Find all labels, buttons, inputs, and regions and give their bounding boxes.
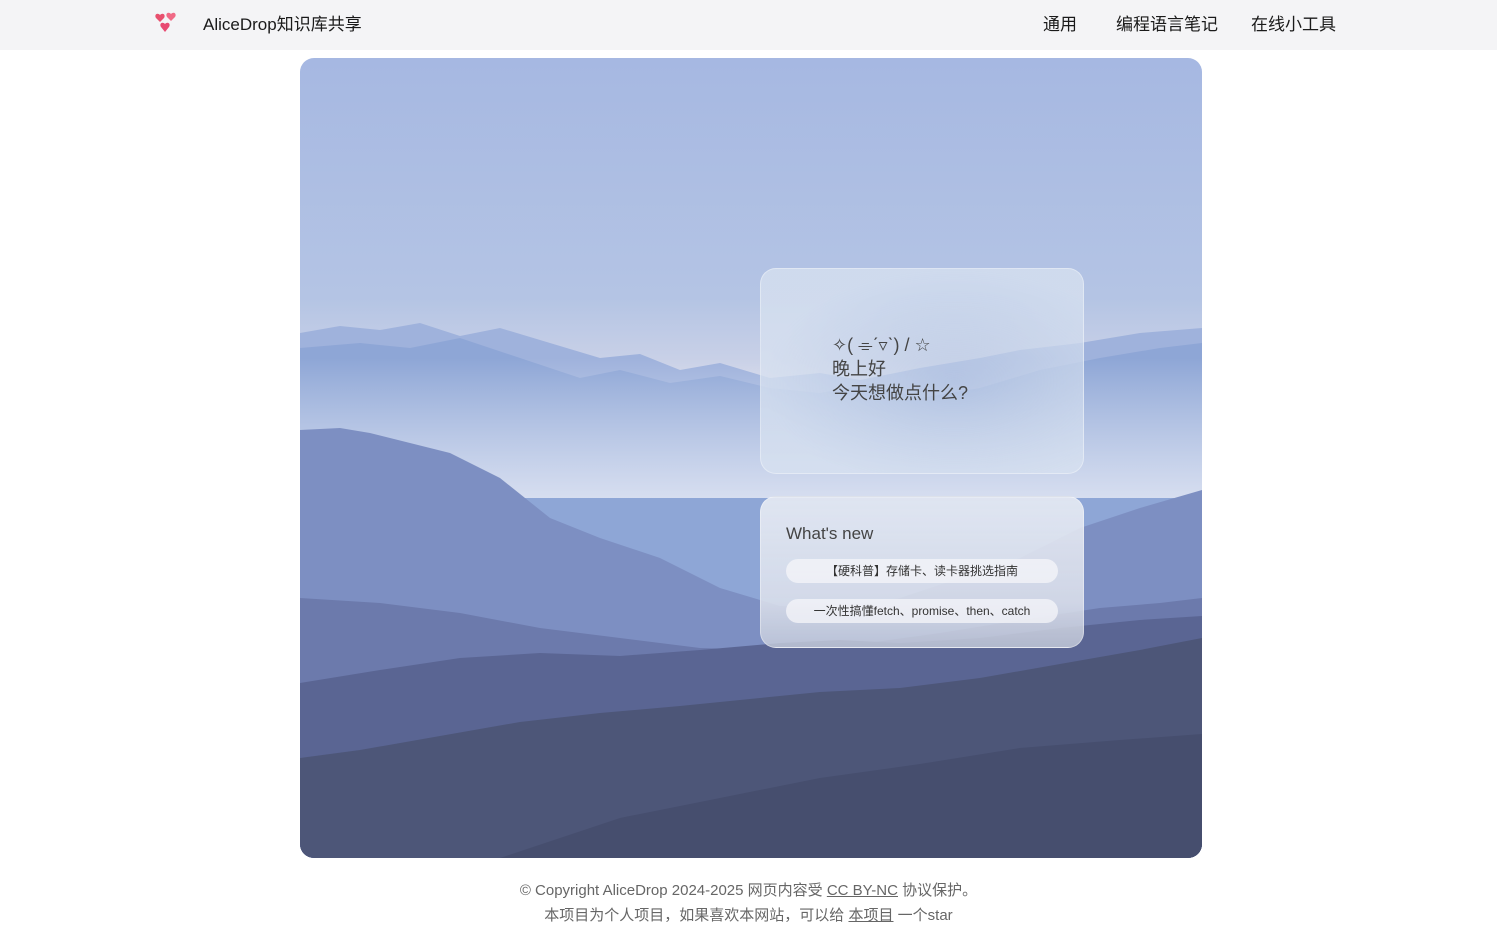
license-link[interactable]: CC BY-NC bbox=[827, 882, 898, 899]
footer-star-text: 本项目为个人项目，如果喜欢本网站，可以给 bbox=[544, 907, 845, 924]
nav-general[interactable]: 通用 bbox=[1043, 15, 1077, 35]
footer-copyright-text: © Copyright AliceDrop 2024-2025 网页内容受 bbox=[519, 882, 823, 899]
greeting-text: ✧( ⌯ˊ▿ˋ) / ☆ 晚上好 今天想做点什么? bbox=[832, 333, 968, 405]
footer-copyright: © Copyright AliceDrop 2024-2025 网页内容受 CC… bbox=[0, 879, 1497, 900]
hero-banner: ✧( ⌯ˊ▿ˋ) / ☆ 晚上好 今天想做点什么? What's new 【硬科… bbox=[300, 58, 1202, 858]
site-title[interactable]: AliceDrop知识库共享 bbox=[203, 15, 362, 35]
footer-license-suffix: 协议保护。 bbox=[902, 882, 978, 899]
footer-star-suffix: 一个star bbox=[897, 907, 953, 924]
top-navbar: AliceDrop知识库共享 通用 编程语言笔记 在线小工具 bbox=[0, 0, 1497, 50]
greeting-kaomoji: ✧( ⌯ˊ▿ˋ) / ☆ bbox=[832, 335, 931, 355]
greeting-line1: 晚上好 bbox=[832, 359, 886, 379]
news-item[interactable]: 【硬科普】存储卡、读卡器挑选指南 bbox=[786, 559, 1058, 583]
footer-star: 本项目为个人项目，如果喜欢本网站，可以给 本项目 一个star bbox=[0, 904, 1497, 925]
greeting-line2: 今天想做点什么? bbox=[832, 383, 969, 403]
whats-new-card: What's new 【硬科普】存储卡、读卡器挑选指南 一次性搞懂fetch、p… bbox=[760, 496, 1084, 648]
news-item[interactable]: 一次性搞懂fetch、promise、then、catch bbox=[786, 599, 1058, 623]
nav-online-tools[interactable]: 在线小工具 bbox=[1251, 15, 1336, 35]
nav-programming-notes[interactable]: 编程语言笔记 bbox=[1116, 15, 1218, 35]
project-link[interactable]: 本项目 bbox=[848, 907, 893, 924]
heart-cluster-icon[interactable] bbox=[154, 12, 180, 36]
greeting-card: ✧( ⌯ˊ▿ˋ) / ☆ 晚上好 今天想做点什么? bbox=[760, 268, 1084, 474]
whats-new-title: What's new bbox=[786, 524, 874, 543]
